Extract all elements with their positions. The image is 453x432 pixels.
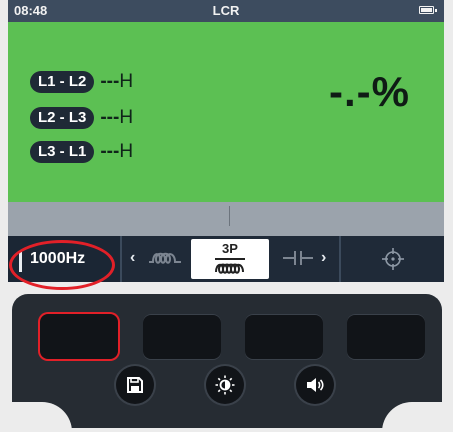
volume-button[interactable] bbox=[296, 366, 334, 404]
save-button[interactable] bbox=[116, 366, 154, 404]
f2-key[interactable] bbox=[143, 314, 221, 359]
phase-label: L3 - L1 bbox=[30, 141, 95, 163]
mode-3p-selected[interactable]: 3P bbox=[191, 239, 269, 279]
volume-icon bbox=[307, 378, 324, 392]
phase-value: ---H bbox=[100, 141, 134, 162]
phase-label: L1 - L2 bbox=[30, 71, 95, 93]
measurement-panel: L1 - L2 ---H L2 - L3 ---H L3 - L1 ---H -… bbox=[8, 22, 444, 202]
f3-key[interactable] bbox=[245, 314, 323, 359]
phase-row-l2-l3: L2 - L3 ---H bbox=[30, 107, 133, 129]
info-band bbox=[8, 202, 444, 236]
chevron-left-icon[interactable]: ‹ bbox=[130, 249, 135, 267]
mode-label: 3P bbox=[222, 241, 238, 256]
mode-selector[interactable]: ‹ 3P › bbox=[122, 236, 341, 282]
band-divider bbox=[229, 206, 230, 226]
f4-key[interactable] bbox=[347, 314, 425, 359]
percent-readout: -.-% bbox=[329, 68, 410, 115]
f1-key[interactable] bbox=[40, 314, 118, 359]
phase-value: ---H bbox=[100, 107, 134, 128]
inductor-3p-icon bbox=[215, 258, 245, 274]
chevron-right-icon[interactable]: › bbox=[321, 249, 326, 267]
screen-title: LCR bbox=[212, 3, 240, 18]
crosshair-icon bbox=[382, 248, 404, 270]
battery-icon bbox=[419, 6, 437, 14]
capacitor-icon[interactable] bbox=[282, 248, 314, 270]
brightness-icon bbox=[215, 375, 235, 395]
target-softkey[interactable] bbox=[341, 236, 444, 282]
phase-row-l1-l2: L1 - L2 ---H bbox=[30, 71, 133, 93]
phase-row-l3-l1: L3 - L1 ---H bbox=[30, 141, 133, 163]
brightness-button[interactable] bbox=[206, 366, 244, 404]
status-bar: 08:48 LCR bbox=[8, 0, 444, 22]
phase-label: L2 - L3 bbox=[30, 107, 95, 129]
phase-value: ---H bbox=[100, 71, 134, 92]
save-icon bbox=[127, 377, 143, 393]
inductor-coil-icon[interactable] bbox=[148, 248, 182, 270]
highlight-oval bbox=[9, 240, 115, 290]
